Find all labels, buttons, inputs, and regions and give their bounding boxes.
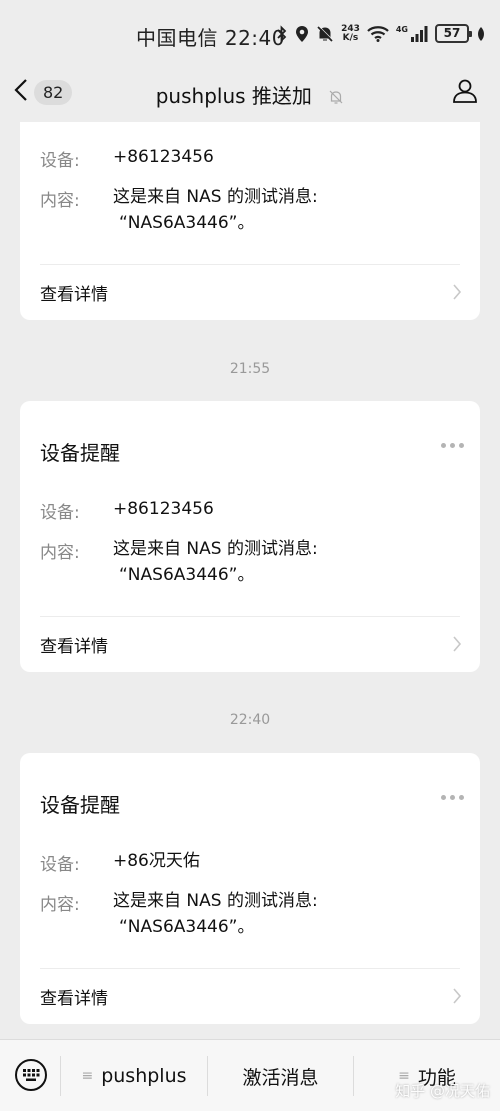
more-options-button[interactable] [437, 791, 468, 804]
view-details-label: 查看详情 [40, 637, 108, 657]
wifi-icon [367, 25, 389, 42]
carrier-time: 中国电信 22:40 [136, 26, 285, 50]
view-details-link[interactable]: 查看详情 [20, 264, 480, 320]
device-value: +86123456 [113, 147, 214, 167]
chevron-right-icon [452, 635, 462, 657]
nav-bar: 82 pushplus 推送加 [0, 70, 500, 118]
menu-pushplus-label: pushplus [101, 1065, 187, 1087]
keyboard-toggle-button[interactable] [14, 1058, 48, 1096]
leaf-icon [476, 26, 486, 42]
network-speed: 243 K/s [341, 24, 360, 43]
message-card: 设备: +86123456 内容: 这是来自 NAS 的测试消息: “NAS6A… [20, 122, 480, 320]
message-card: 设备提醒 设备: +86况天佑 内容: 这是来自 NAS 的测试消息: “NAS… [20, 753, 480, 1024]
bluetooth-icon [276, 24, 288, 43]
network-speed-unit: K/s [342, 32, 359, 43]
view-details-label: 查看详情 [40, 989, 108, 1009]
signal-icon [410, 25, 428, 42]
mute-bell-icon [316, 25, 334, 43]
message-timestamp: 22:40 [229, 712, 271, 728]
content-line: 这是来自 NAS 的测试消息: [113, 891, 318, 911]
chevron-right-icon [452, 283, 462, 305]
message-card: 设备提醒 设备: +86123456 内容: 这是来自 NAS 的测试消息: “… [20, 401, 480, 672]
device-label: 设备: [40, 503, 80, 523]
content-value: 这是来自 NAS 的测试消息: “NAS6A3446”。 [113, 184, 453, 236]
content-line: “NAS6A3446”。 [119, 917, 255, 937]
submenu-icon: ≡ [81, 1068, 94, 1084]
device-label: 设备: [40, 151, 80, 171]
profile-button[interactable] [452, 78, 478, 108]
device-value: +86况天佑 [113, 851, 200, 871]
content-line: “NAS6A3446”。 [119, 565, 255, 585]
person-icon [452, 79, 478, 108]
status-icons: 243 K/s 4G 57 [276, 24, 486, 43]
content-line: 这是来自 NAS 的测试消息: [113, 187, 318, 207]
device-value: +86123456 [113, 499, 214, 519]
bottom-menu-bar: ≡ pushplus 激活消息 ≡ 功能 知乎 @况天佑 [0, 1039, 500, 1111]
battery-indicator: 57 [435, 24, 472, 43]
view-details-link[interactable]: 查看详情 [20, 616, 480, 672]
content-line: “NAS6A3446”。 [119, 213, 255, 233]
watermark: 知乎 @况天佑 [395, 1082, 490, 1100]
location-icon [295, 25, 309, 43]
content-label: 内容: [40, 191, 80, 211]
content-label: 内容: [40, 543, 80, 563]
keyboard-icon [14, 1059, 48, 1096]
more-options-button[interactable] [437, 439, 468, 452]
content-label: 内容: [40, 895, 80, 915]
status-bar: 中国电信 22:40 243 K/s 4G 57 [0, 0, 500, 70]
network-type: 4G [395, 25, 408, 34]
message-title: 设备提醒 [40, 441, 120, 465]
message-title: 设备提醒 [40, 793, 120, 817]
chevron-right-icon [452, 987, 462, 1009]
menu-activate-message[interactable]: 激活消息 [208, 1040, 353, 1111]
view-details-label: 查看详情 [40, 285, 108, 305]
message-timestamp: 21:55 [229, 361, 271, 377]
chat-title: pushplus 推送加 [0, 80, 500, 110]
menu-pushplus[interactable]: ≡ pushplus [61, 1040, 207, 1111]
muted-bell-icon [328, 86, 344, 110]
device-label: 设备: [40, 855, 80, 875]
content-value: 这是来自 NAS 的测试消息: “NAS6A3446”。 [113, 888, 453, 940]
chat-title-text: pushplus 推送加 [155, 84, 312, 108]
view-details-link[interactable]: 查看详情 [20, 968, 480, 1024]
content-value: 这是来自 NAS 的测试消息: “NAS6A3446”。 [113, 536, 453, 588]
menu-activate-label: 激活消息 [242, 1066, 319, 1089]
content-line: 这是来自 NAS 的测试消息: [113, 539, 318, 559]
